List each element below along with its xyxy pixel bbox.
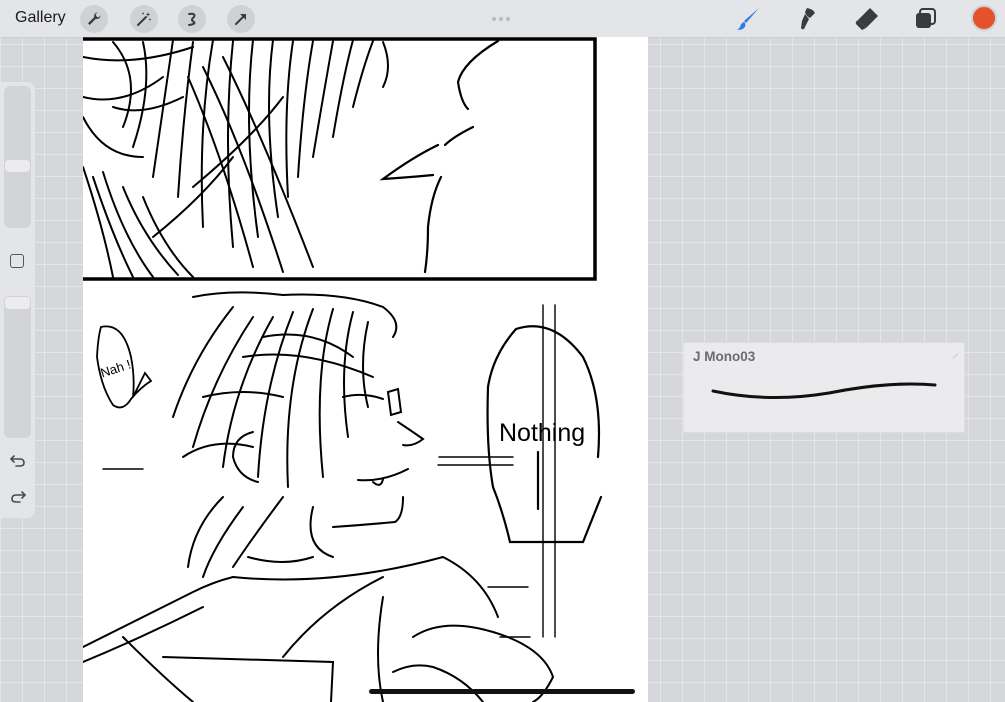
brush-size-thumb[interactable]: [4, 159, 31, 173]
artwork-sketch: Nah ! Nothing: [83, 37, 603, 702]
modify-square-icon[interactable]: [10, 254, 24, 268]
home-indicator[interactable]: [369, 689, 635, 694]
redo-icon[interactable]: [8, 486, 28, 506]
drawing-canvas[interactable]: Nah ! Nothing: [83, 37, 648, 702]
magic-wand-icon: [137, 12, 151, 26]
adjustments-button[interactable]: [130, 5, 158, 33]
brush-stroke-preview: [711, 382, 937, 400]
wrench-icon: [88, 12, 101, 25]
sign-text: Nothing: [499, 419, 585, 447]
color-picker-button[interactable]: [971, 5, 997, 31]
selection-button[interactable]: [178, 5, 206, 33]
gallery-button[interactable]: Gallery: [15, 9, 66, 27]
brush-name: J Mono03: [693, 349, 756, 364]
top-toolbar: Gallery: [0, 0, 1005, 38]
left-sidebar: [0, 82, 35, 518]
transform-arrow-icon: [235, 14, 246, 25]
smudge-icon: [801, 8, 815, 30]
actions-button[interactable]: [80, 5, 108, 33]
opacity-thumb[interactable]: [4, 296, 31, 310]
opacity-slider[interactable]: [4, 296, 31, 438]
speech-bubble-text: Nah !: [98, 357, 132, 381]
layers-icon: [916, 8, 936, 28]
selection-icon: [188, 12, 196, 26]
transform-button[interactable]: [227, 5, 255, 33]
eraser-tool-button[interactable]: [852, 4, 882, 34]
toolbar-drag-handle[interactable]: [492, 8, 514, 21]
brush-size-slider[interactable]: [4, 86, 31, 228]
brush-preview-panel: J Mono03: [683, 342, 965, 433]
brush-tool-button[interactable]: [734, 4, 764, 34]
smudge-tool-button[interactable]: [793, 4, 823, 34]
layers-button[interactable]: [911, 4, 941, 34]
eraser-icon: [855, 8, 878, 30]
brush-icon: [737, 8, 759, 30]
undo-icon[interactable]: [8, 450, 28, 470]
brush-library-icon: [947, 352, 959, 361]
